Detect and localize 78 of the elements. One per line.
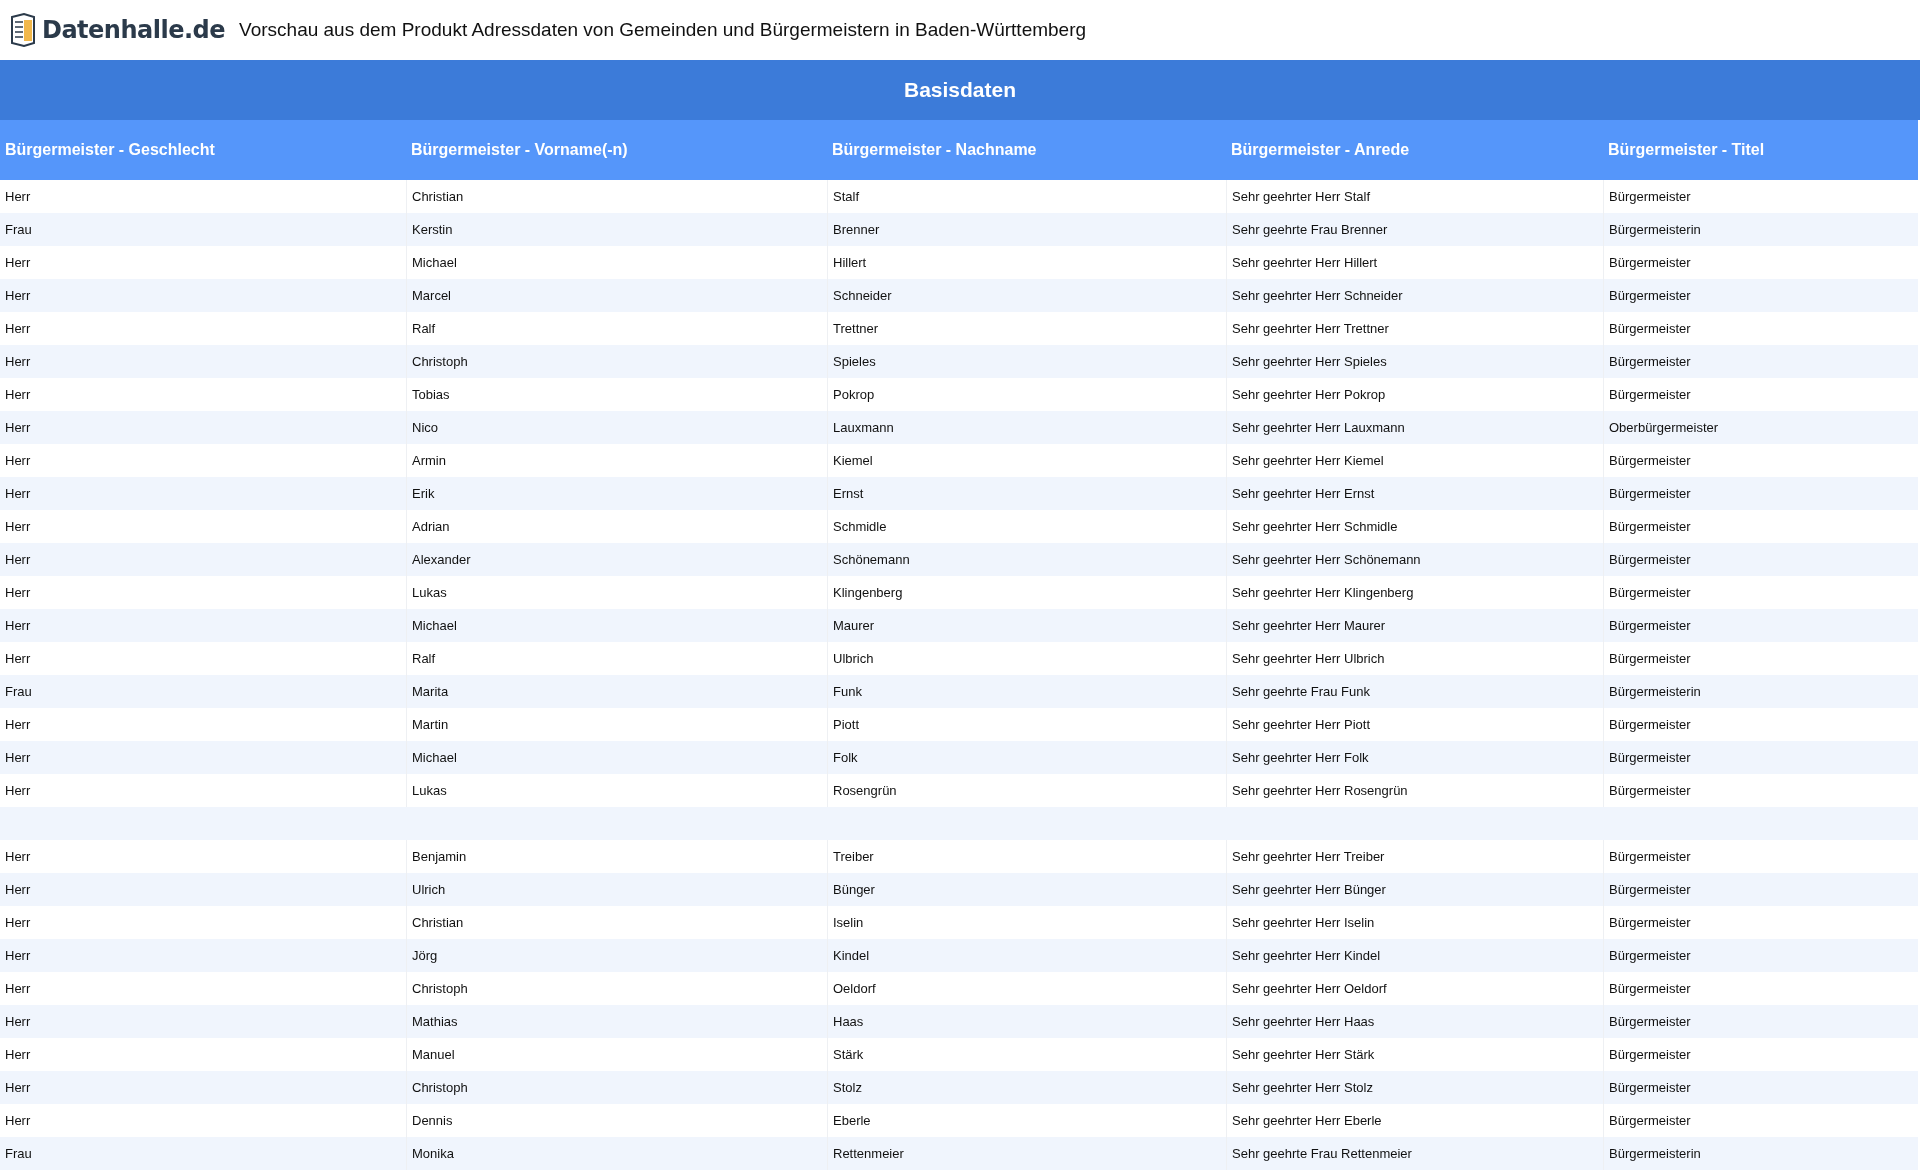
table-cell: Schönemann <box>827 543 1226 576</box>
table-caption: Basisdaten <box>0 60 1920 120</box>
table-cell: Maurer <box>827 609 1226 642</box>
table-cell: Herr <box>0 543 406 576</box>
column-header: Bürgermeister - Titel <box>1603 120 1918 180</box>
table-cell: Nico <box>406 411 827 444</box>
table-cell: Sehr geehrter Herr Schönemann <box>1226 543 1603 576</box>
table-cell: Alexander <box>406 543 827 576</box>
table-cell: Lauxmann <box>827 411 1226 444</box>
column-header: Bürgermeister - Geschlecht <box>0 120 406 180</box>
table-cell: Sehr geehrter Herr Spieles <box>1226 345 1603 378</box>
table-cell: Sehr geehrter Herr Bünger <box>1226 873 1603 906</box>
table-cell: Bürgermeisterin <box>1603 213 1918 246</box>
table-cell: Haas <box>827 1005 1226 1038</box>
table-cell: Brenner <box>827 213 1226 246</box>
table-cell: Herr <box>0 939 406 972</box>
table-cell: Bürgermeister <box>1603 543 1918 576</box>
table-cell: Monika <box>406 1137 827 1170</box>
table-cell: Sehr geehrter Herr Ernst <box>1226 477 1603 510</box>
table-cell: Herr <box>0 1005 406 1038</box>
table-cell: Herr <box>0 345 406 378</box>
column-header: Bürgermeister - Anrede <box>1226 120 1603 180</box>
table-cell: Bürgermeister <box>1603 939 1918 972</box>
table-cell: Bürgermeister <box>1603 279 1918 312</box>
table-cell: Bürgermeister <box>1603 1005 1918 1038</box>
table-cell: Sehr geehrte Frau Brenner <box>1226 213 1603 246</box>
table-cell: Sehr geehrter Herr Kindel <box>1226 939 1603 972</box>
table-cell: Sehr geehrte Frau Rettenmeier <box>1226 1137 1603 1170</box>
table-cell: Herr <box>0 741 406 774</box>
table-cell: Ulrich <box>406 873 827 906</box>
table-cell: Bürgermeister <box>1603 345 1918 378</box>
table-cell: Oberbürgermeister <box>1603 411 1918 444</box>
table-cell: Kerstin <box>406 213 827 246</box>
table-cell: Bürgermeister <box>1603 609 1918 642</box>
table-cell: Folk <box>827 741 1226 774</box>
column-header: Bürgermeister - Vorname(-n) <box>406 120 827 180</box>
table-cell: Bünger <box>827 873 1226 906</box>
table-cell: Herr <box>0 477 406 510</box>
table-cell: Herr <box>0 411 406 444</box>
table-cell: Bürgermeisterin <box>1603 1137 1918 1170</box>
table-cell: Michael <box>406 741 827 774</box>
table-cell: Sehr geehrter Herr Maurer <box>1226 609 1603 642</box>
table-cell: Spieles <box>827 345 1226 378</box>
table-cell: Michael <box>406 609 827 642</box>
table-cell: Sehr geehrter Herr Lauxmann <box>1226 411 1603 444</box>
table-cell: Herr <box>0 873 406 906</box>
table-cell: Herr <box>0 1071 406 1104</box>
table-cell: Sehr geehrter Herr Schneider <box>1226 279 1603 312</box>
table-cell: Herr <box>0 609 406 642</box>
table-cell: Erik <box>406 477 827 510</box>
table-cell: Bürgermeister <box>1603 477 1918 510</box>
table-cell: Sehr geehrter Herr Stolz <box>1226 1071 1603 1104</box>
table-cell: Funk <box>827 675 1226 708</box>
table-cell: Bürgermeisterin <box>1603 675 1918 708</box>
table-cell: Marita <box>406 675 827 708</box>
table-cell: Christoph <box>406 1071 827 1104</box>
table-cell: Bürgermeister <box>1603 741 1918 774</box>
table-cell: Rettenmeier <box>827 1137 1226 1170</box>
table-cell: Christoph <box>406 345 827 378</box>
table-cell: Jörg <box>406 939 827 972</box>
table-cell: Bürgermeister <box>1603 873 1918 906</box>
table-cell: Frau <box>0 1137 406 1170</box>
table-cell: Bürgermeister <box>1603 1071 1918 1104</box>
table-cell: Mathias <box>406 1005 827 1038</box>
table-cell: Kindel <box>827 939 1226 972</box>
table-cell: Frau <box>0 213 406 246</box>
table-cell: Schneider <box>827 279 1226 312</box>
brand-name[interactable]: Datenhalle.de <box>42 16 226 44</box>
table-cell: Sehr geehrter Herr Haas <box>1226 1005 1603 1038</box>
table-cell: Ernst <box>827 477 1226 510</box>
column-header: Bürgermeister - Nachname <box>827 120 1226 180</box>
table-cell: Marcel <box>406 279 827 312</box>
table-cell: Frau <box>0 675 406 708</box>
table-cell: Herr <box>0 279 406 312</box>
table-cell: Stolz <box>827 1071 1226 1104</box>
table-cell: Sehr geehrte Frau Funk <box>1226 675 1603 708</box>
page-title: Vorschau aus dem Produkt Adressdaten von Gemeinden und Bürgermeistern in Baden-Württemberg <box>239 19 1087 41</box>
table-cell: Sehr geehrter Herr Folk <box>1226 741 1603 774</box>
